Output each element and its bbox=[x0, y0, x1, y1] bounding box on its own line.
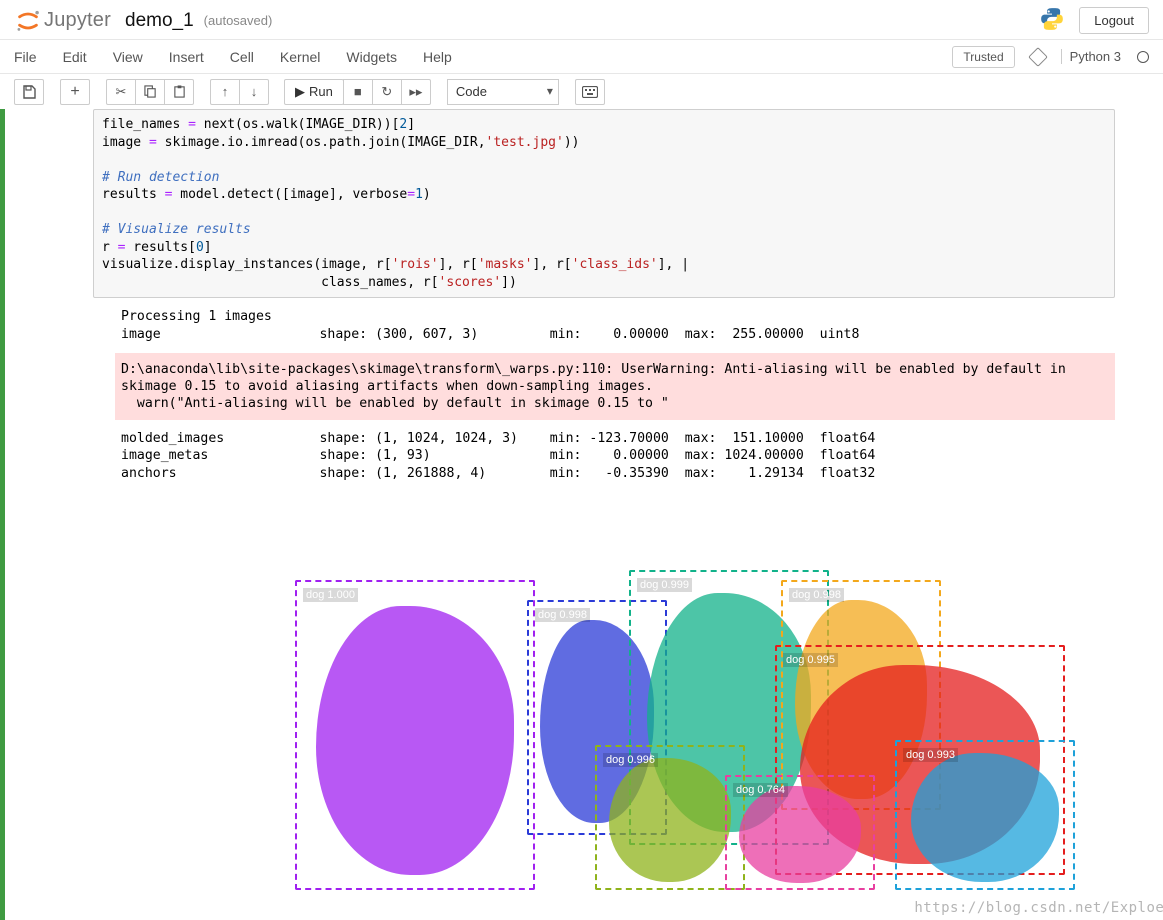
detection-label: dog 0.998 bbox=[535, 608, 590, 622]
code-input-area[interactable]: file_names = next(os.walk(IMAGE_DIR))[2]… bbox=[93, 109, 1115, 298]
play-icon: ▶ bbox=[295, 84, 305, 100]
menu-cell[interactable]: Cell bbox=[230, 49, 254, 65]
restart-icon: ↻ bbox=[381, 84, 392, 100]
copy-icon bbox=[144, 85, 157, 98]
menu-file[interactable]: File bbox=[14, 49, 37, 65]
stdout-1: Processing 1 images image shape: (300, 6… bbox=[115, 304, 1115, 346]
run-label: Run bbox=[309, 84, 333, 99]
command-palette-button[interactable] bbox=[575, 79, 605, 105]
code-cell[interactable]: file_names = next(os.walk(IMAGE_DIR))[2]… bbox=[0, 109, 1163, 920]
add-cell-button[interactable]: + bbox=[60, 79, 90, 105]
toolbar: + ✂ ↑ ↓ ▶ Run ■ ↻ ▸▸ Code bbox=[0, 74, 1163, 110]
move-group: ↑ ↓ bbox=[210, 79, 269, 105]
logout-button[interactable]: Logout bbox=[1079, 7, 1149, 34]
detection-figure: https://blog.csdn.net/Exploer_TRY dog 1.… bbox=[215, 500, 1163, 920]
jupyter-logo[interactable]: Jupyter bbox=[14, 7, 111, 35]
stdout-2: molded_images shape: (1, 1024, 1024, 3) … bbox=[115, 426, 1115, 485]
python-kernel-icon bbox=[1039, 6, 1065, 35]
detection-box: dog 0.764 bbox=[725, 775, 875, 890]
detection-mask bbox=[609, 758, 732, 882]
arrow-down-icon: ↓ bbox=[251, 84, 258, 99]
menu-edit[interactable]: Edit bbox=[63, 49, 87, 65]
detection-box: dog 0.996 bbox=[595, 745, 745, 890]
menu-help[interactable]: Help bbox=[423, 49, 452, 65]
watermark: https://blog.csdn.net/Exploer_TRY bbox=[914, 900, 1163, 916]
notebook: file_names = next(os.walk(IMAGE_DIR))[2]… bbox=[0, 109, 1163, 920]
detection-label: dog 0.999 bbox=[637, 578, 692, 592]
cut-icon: ✂ bbox=[116, 84, 127, 100]
detection-box: dog 1.000 bbox=[295, 580, 535, 890]
run-button[interactable]: ▶ Run bbox=[284, 79, 344, 105]
menu-widgets[interactable]: Widgets bbox=[346, 49, 397, 65]
cut-button[interactable]: ✂ bbox=[106, 79, 136, 105]
interrupt-button[interactable]: ■ bbox=[343, 79, 373, 105]
move-down-button[interactable]: ↓ bbox=[239, 79, 269, 105]
celltype-select[interactable]: Code bbox=[447, 79, 559, 105]
menubar-right: Trusted Python 3 bbox=[952, 46, 1149, 68]
detection-label: dog 0.996 bbox=[603, 753, 658, 767]
output-area: Processing 1 images image shape: (300, 6… bbox=[115, 304, 1115, 919]
detection-label: dog 1.000 bbox=[303, 588, 358, 602]
jupyter-text: Jupyter bbox=[44, 9, 111, 32]
notebook-header: Jupyter demo_1 (autosaved) Logout bbox=[0, 0, 1163, 40]
detection-label: dog 0.995 bbox=[783, 653, 838, 667]
menu-view[interactable]: View bbox=[113, 49, 143, 65]
code-source[interactable]: file_names = next(os.walk(IMAGE_DIR))[2]… bbox=[102, 116, 1106, 291]
keyboard-icon bbox=[582, 86, 598, 98]
paste-icon bbox=[173, 85, 186, 98]
clipboard-group: ✂ bbox=[106, 79, 194, 105]
menu-kernel[interactable]: Kernel bbox=[280, 49, 320, 65]
menu-insert[interactable]: Insert bbox=[169, 49, 204, 65]
paste-button[interactable] bbox=[164, 79, 194, 105]
notebook-name[interactable]: demo_1 bbox=[125, 10, 194, 32]
arrow-up-icon: ↑ bbox=[222, 84, 229, 99]
move-up-button[interactable]: ↑ bbox=[210, 79, 240, 105]
header-right: Logout bbox=[1039, 6, 1149, 35]
save-button[interactable] bbox=[14, 79, 44, 105]
detection-mask bbox=[316, 606, 514, 875]
kernel-name[interactable]: Python 3 bbox=[1061, 49, 1121, 64]
detection-label: dog 0.993 bbox=[903, 748, 958, 762]
restart-run-button[interactable]: ▸▸ bbox=[401, 79, 431, 105]
detection-mask bbox=[911, 753, 1059, 882]
plus-icon: + bbox=[70, 84, 79, 100]
menubar: File Edit View Insert Cell Kernel Widget… bbox=[0, 40, 1163, 74]
detection-mask bbox=[739, 786, 862, 884]
trusted-indicator[interactable]: Trusted bbox=[952, 46, 1014, 68]
celltype-wrap: Code bbox=[447, 79, 559, 105]
detection-label: dog 0.998 bbox=[789, 588, 844, 602]
detection-label: dog 0.764 bbox=[733, 783, 788, 797]
copy-button[interactable] bbox=[135, 79, 165, 105]
autosave-status: (autosaved) bbox=[204, 13, 273, 28]
stderr-warning: D:\anaconda\lib\site-packages\skimage\tr… bbox=[115, 353, 1115, 420]
run-group: ▶ Run ■ ↻ ▸▸ bbox=[285, 79, 431, 105]
detection-box: dog 0.993 bbox=[895, 740, 1075, 890]
fast-forward-icon: ▸▸ bbox=[409, 84, 422, 100]
edit-icon[interactable] bbox=[1028, 47, 1048, 67]
restart-button[interactable]: ↻ bbox=[372, 79, 402, 105]
stop-icon: ■ bbox=[354, 84, 362, 99]
save-icon bbox=[22, 85, 36, 99]
jupyter-icon bbox=[14, 7, 42, 35]
kernel-status-icon bbox=[1137, 51, 1149, 63]
